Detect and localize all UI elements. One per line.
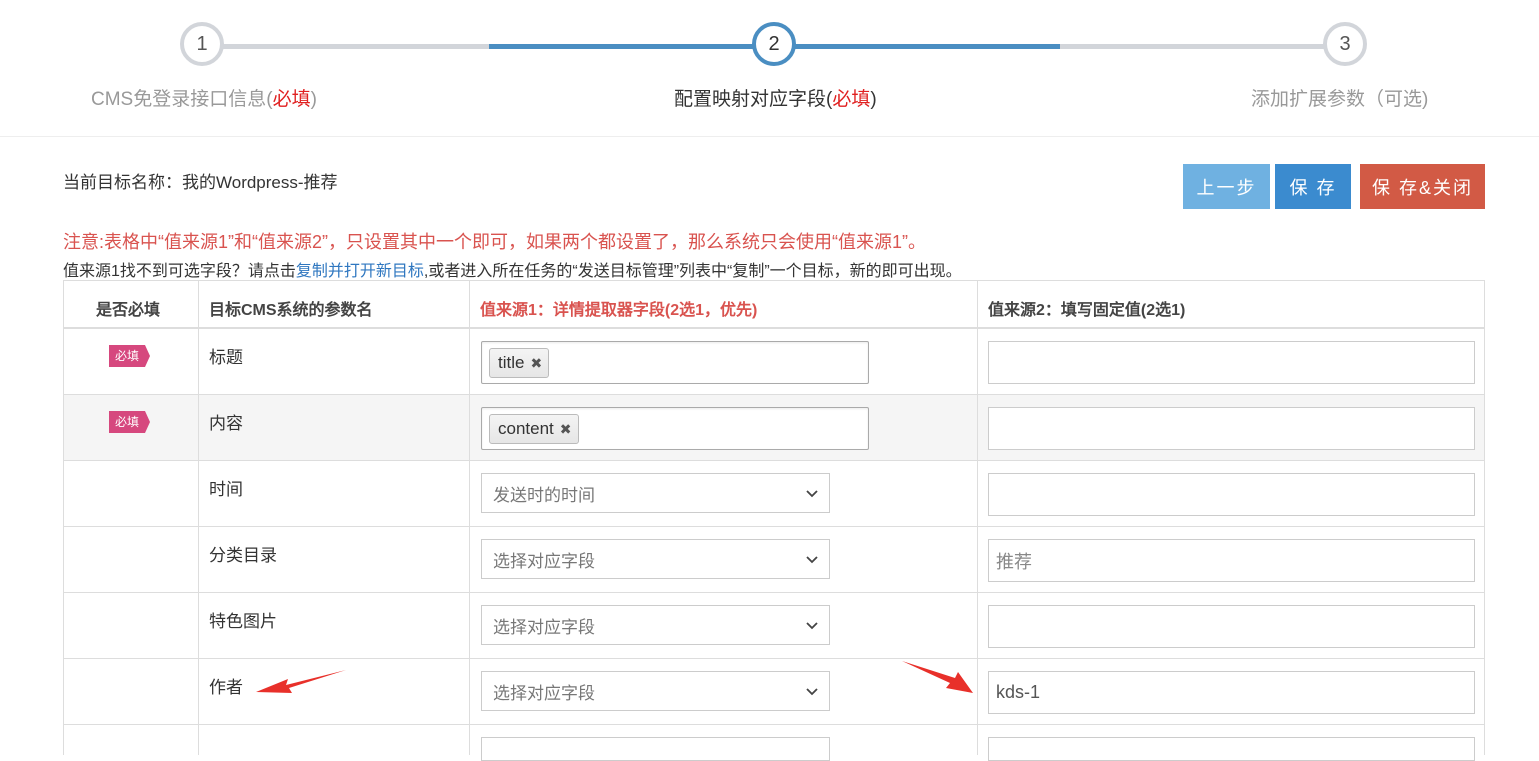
fixed-value-input[interactable] [988, 407, 1475, 450]
source-1-cell: 选择对应字段 [469, 527, 977, 592]
source-2-cell [977, 461, 1485, 526]
table-row: 作者 选择对应字段 kds-1 [63, 659, 1485, 725]
source-2-cell [977, 725, 1485, 761]
header-param-name: 目标CMS系统的参数名 [198, 281, 469, 327]
table-row: 分类目录 选择对应字段 推荐 [63, 527, 1485, 593]
hint-after: ,或者进入所在任务的“发送目标管理”列表中“复制”一个目标，新的即可出现。 [423, 263, 962, 280]
save-and-close-button[interactable]: 保 存&关闭 [1360, 164, 1485, 209]
param-cell [198, 725, 469, 755]
required-cell [63, 593, 198, 658]
param-name: 作者 [198, 659, 469, 724]
source-2-cell: 推荐 [977, 527, 1485, 592]
fixed-value-input[interactable]: 推荐 [988, 539, 1475, 582]
step-1-label[interactable]: CMS免登录接口信息(必填) [91, 84, 317, 111]
source-2-cell [977, 395, 1485, 460]
field-mapping-table: 是否必填 目标CMS系统的参数名 值来源1：详情提取器字段(2选1，优先) 值来… [63, 280, 1485, 761]
param-name: 时间 [198, 461, 469, 526]
selected-tag: title ✖ [489, 348, 550, 378]
selected-tag: content ✖ [489, 414, 579, 444]
source-1-select[interactable] [481, 737, 830, 761]
header-required: 是否必填 [63, 281, 198, 327]
hint-before: 值来源1找不到可选字段？请点击 [63, 263, 296, 280]
required-cell [63, 527, 198, 592]
step-track-1 [202, 44, 489, 49]
step-3-number: 3 [1339, 32, 1351, 55]
table-row: 特色图片 选择对应字段 [63, 593, 1485, 659]
select-value: 选择对应字段 [493, 683, 595, 703]
source-1-cell: 选择对应字段 [469, 593, 977, 658]
param-name: 特色图片 [198, 593, 469, 658]
required-cell: 必填 [63, 329, 198, 394]
table-header-row: 是否必填 目标CMS系统的参数名 值来源1：详情提取器字段(2选1，优先) 值来… [63, 280, 1485, 329]
step-wizard: 1 2 3 CMS免登录接口信息(必填) 配置映射对应字段(必填) 添加扩展参数… [0, 0, 1539, 137]
fixed-value-input[interactable] [988, 737, 1475, 761]
required-cell: 必填 [63, 395, 198, 460]
step-1-required: 必填 [272, 89, 311, 110]
required-cell [63, 461, 198, 526]
param-name: 内容 [198, 395, 469, 460]
chevron-down-icon [806, 622, 818, 630]
source-2-cell [977, 593, 1485, 658]
step-1-label-text: CMS免登录接口信息( [91, 89, 273, 110]
prev-step-button[interactable]: 上一步 [1183, 164, 1270, 209]
table-row: 必填 标题 title ✖ [63, 329, 1485, 395]
source-1-select[interactable]: 选择对应字段 [481, 671, 830, 711]
table-row: 时间 发送时的时间 [63, 461, 1485, 527]
source-2-cell: kds-1 [977, 659, 1485, 724]
fixed-value-input[interactable] [988, 341, 1475, 384]
required-cell [63, 659, 198, 724]
fixed-value-input[interactable]: kds-1 [988, 671, 1475, 714]
step-2-label-text: 配置映射对应字段( [674, 89, 833, 110]
chevron-down-icon [806, 490, 818, 498]
step-1-suffix: ) [310, 89, 317, 110]
source-1-cell: content ✖ [469, 395, 977, 460]
notice-text: 注意:表格中“值来源1”和“值来源2”，只设置其中一个即可，如果两个都设置了，那… [63, 232, 926, 252]
header-source-1: 值来源1：详情提取器字段(2选1，优先) [469, 281, 977, 327]
chevron-down-icon [806, 556, 818, 564]
source-1-cell: 选择对应字段 [469, 659, 977, 724]
source-1-select[interactable]: 选择对应字段 [481, 539, 830, 579]
select-value: 发送时的时间 [493, 485, 595, 505]
step-1-number: 1 [196, 32, 208, 55]
param-name: 分类目录 [198, 527, 469, 592]
step-2-label[interactable]: 配置映射对应字段(必填) [674, 84, 877, 111]
current-target-name: 当前目标名称：我的Wordpress-推荐 [63, 173, 338, 192]
step-2-number: 2 [768, 32, 780, 55]
step-3-label-text: 添加扩展参数（可选) [1251, 89, 1429, 110]
fixed-value-input[interactable] [988, 605, 1475, 648]
source-1-select[interactable]: 发送时的时间 [481, 473, 830, 513]
source-1-cell [469, 725, 977, 761]
step-2-suffix: ) [870, 89, 877, 110]
source-1-multiselect[interactable]: title ✖ [481, 341, 869, 384]
source-1-cell: title ✖ [469, 329, 977, 394]
required-cell [63, 725, 198, 755]
step-1-circle[interactable]: 1 [180, 22, 224, 66]
remove-tag-icon[interactable]: ✖ [560, 421, 572, 438]
select-value: 选择对应字段 [493, 617, 595, 637]
required-badge: 必填 [109, 411, 151, 433]
required-badge: 必填 [109, 345, 151, 367]
table-row: 必填 内容 content ✖ [63, 395, 1485, 461]
step-3-label[interactable]: 添加扩展参数（可选) [1251, 84, 1428, 111]
step-track-3 [1060, 44, 1345, 49]
step-3-circle[interactable]: 3 [1323, 22, 1367, 66]
fixed-value-input[interactable] [988, 473, 1475, 516]
source-1-select[interactable]: 选择对应字段 [481, 605, 830, 645]
step-2-circle[interactable]: 2 [752, 22, 796, 66]
source-1-multiselect[interactable]: content ✖ [481, 407, 869, 450]
tag-label: title [498, 353, 525, 372]
step-2-required: 必填 [832, 89, 871, 110]
chevron-down-icon [806, 688, 818, 696]
select-value: 选择对应字段 [493, 551, 595, 571]
hint-text: 值来源1找不到可选字段？请点击复制并打开新目标,或者进入所在任务的“发送目标管理… [63, 257, 962, 281]
table-row [63, 725, 1485, 761]
save-button[interactable]: 保 存 [1275, 164, 1351, 209]
remove-tag-icon[interactable]: ✖ [530, 355, 542, 372]
source-2-cell [977, 329, 1485, 394]
header-source-2: 值来源2：填写固定值(2选1) [977, 281, 1485, 327]
source-1-cell: 发送时的时间 [469, 461, 977, 526]
param-name: 标题 [198, 329, 469, 394]
tag-label: content [498, 419, 554, 438]
copy-open-target-link[interactable]: 复制并打开新目标 [296, 263, 424, 280]
